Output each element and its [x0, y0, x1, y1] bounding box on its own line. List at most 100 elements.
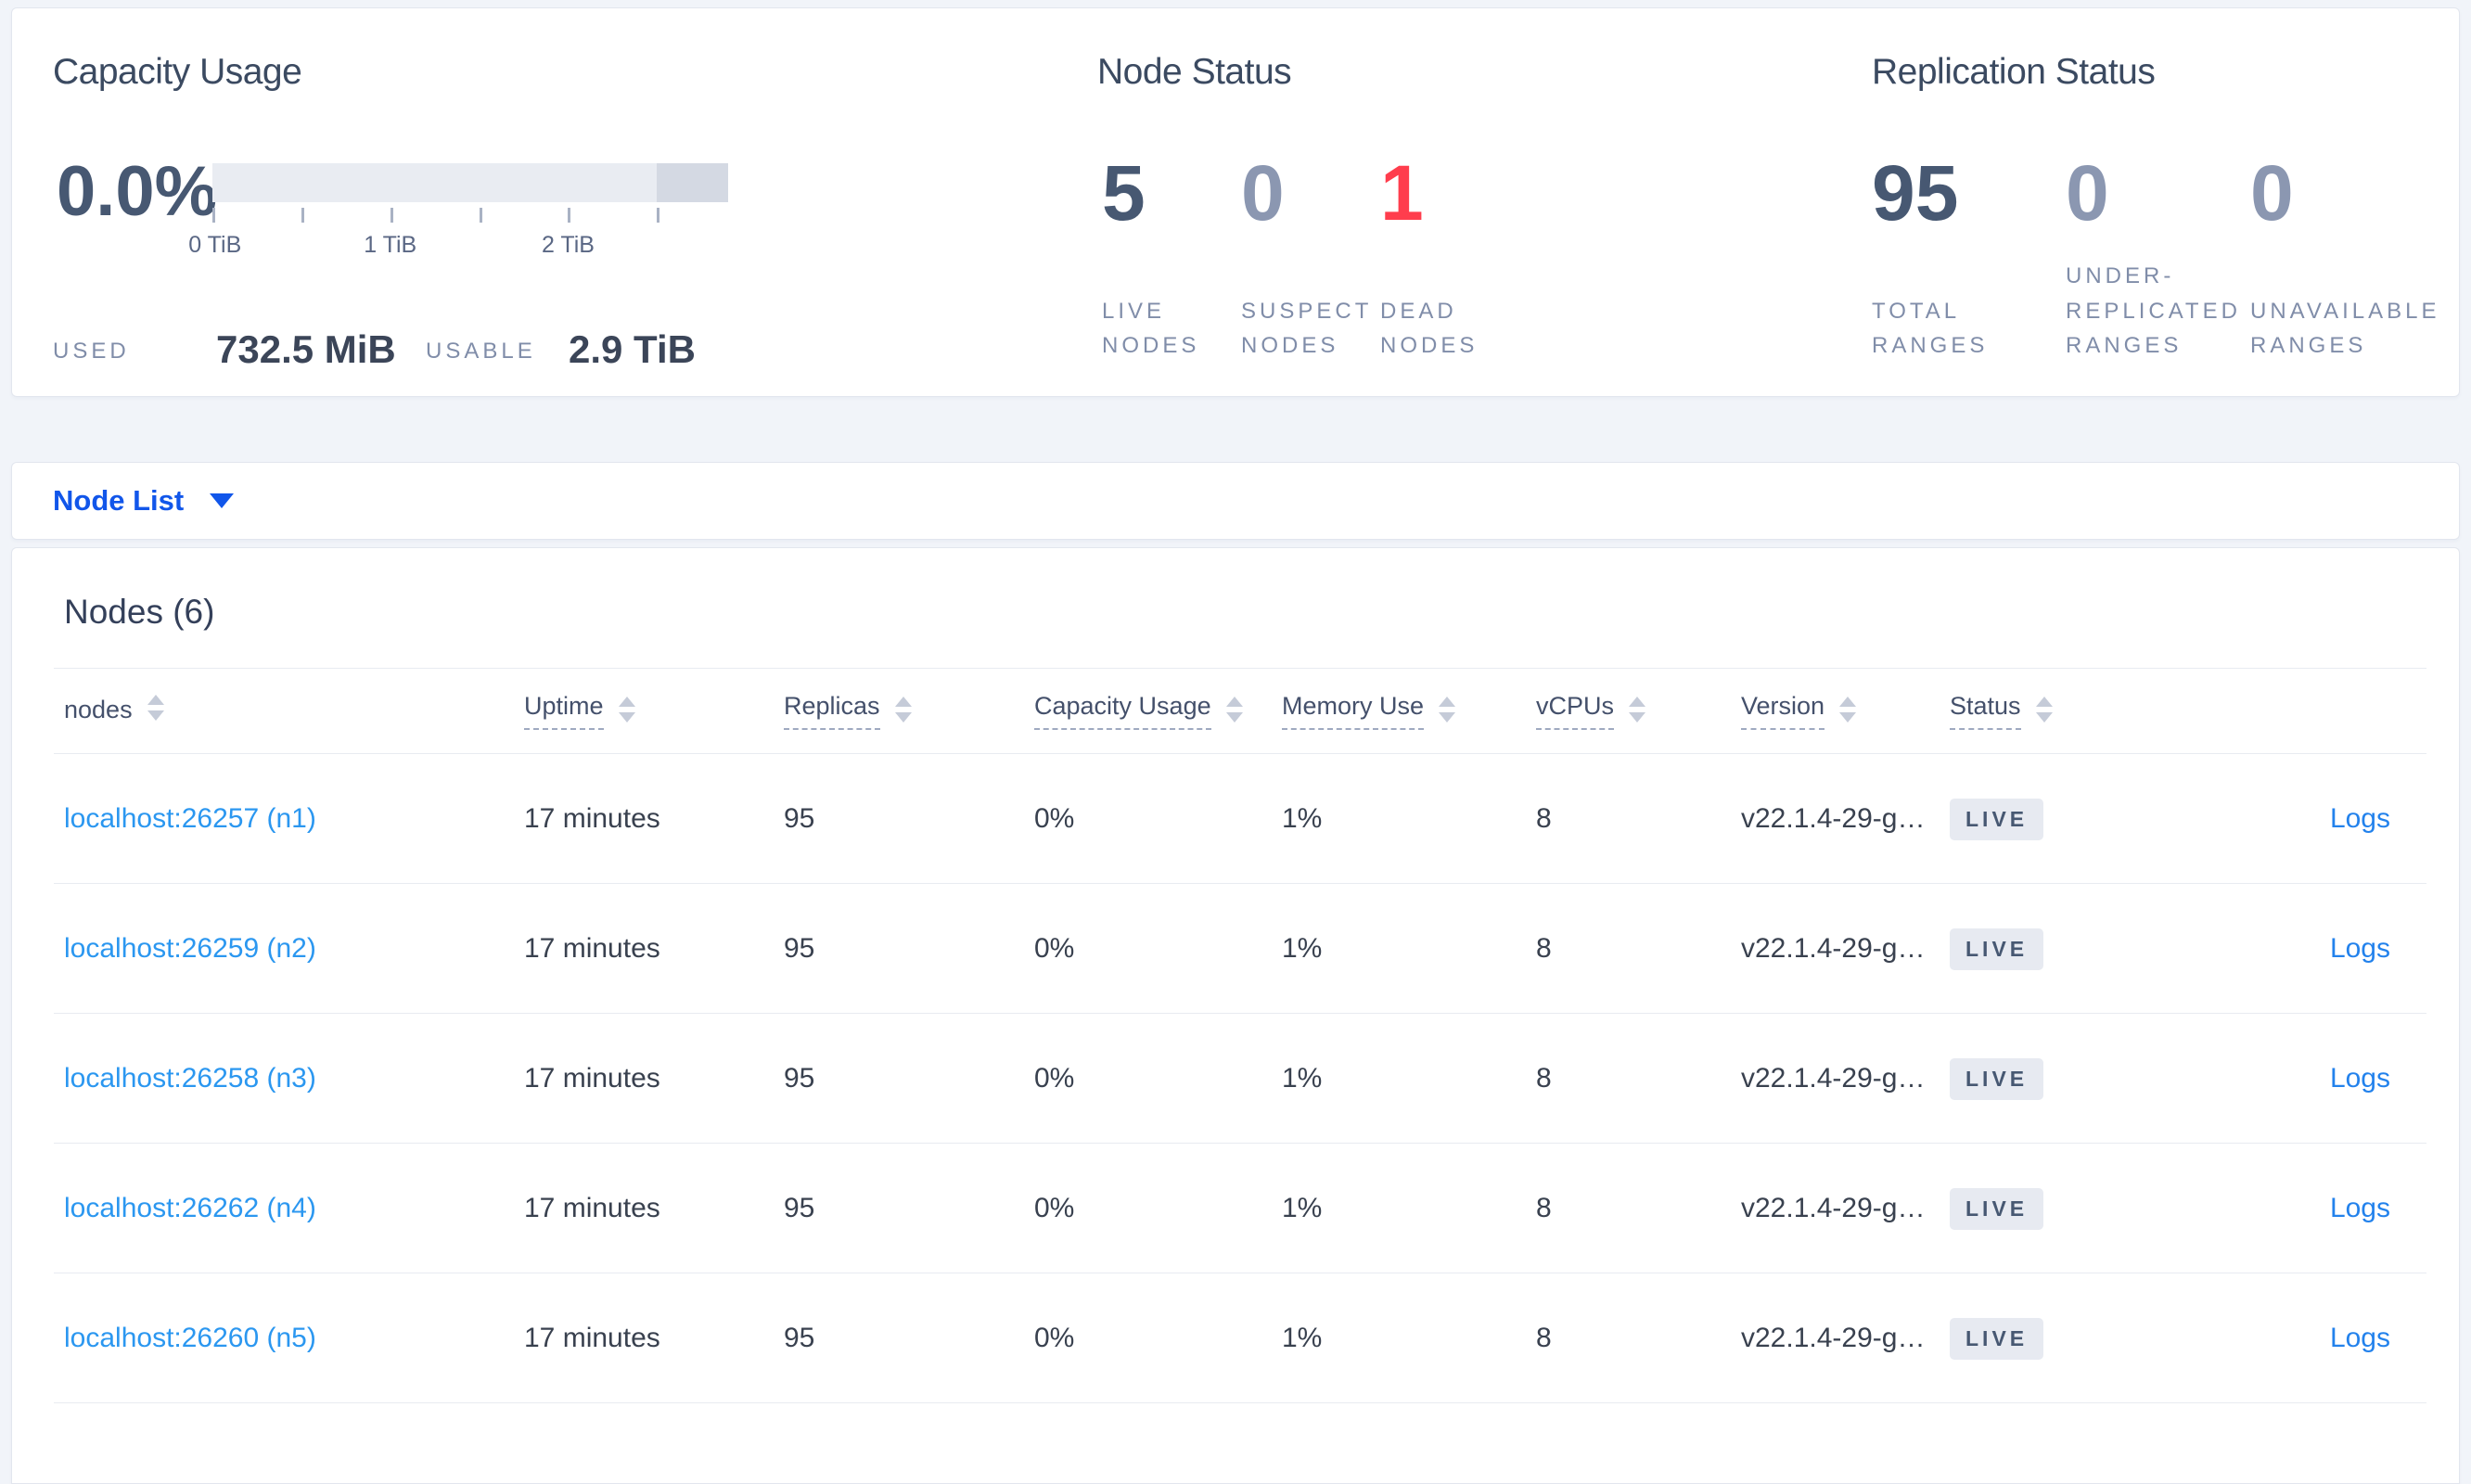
status-badge: LIVE — [1950, 798, 2044, 840]
logs-link[interactable]: Logs — [2330, 1193, 2390, 1223]
column-header-uptime[interactable]: Uptime — [524, 692, 784, 730]
table-row: localhost:26260 (n5) 17 minutes 95 0% 1%… — [12, 1273, 2459, 1403]
node-list-dropdown[interactable]: Node List — [53, 484, 184, 518]
sort-icon[interactable] — [1225, 697, 1243, 730]
status-badge: LIVE — [1950, 1317, 2044, 1360]
column-header-vcpus[interactable]: vCPUs — [1536, 692, 1741, 730]
sort-icon[interactable] — [1439, 697, 1456, 730]
under-replicated-ranges-label: UNDER-REPLICATED RANGES — [2066, 263, 2241, 358]
tick-mark — [212, 208, 215, 223]
nodes-table-body: localhost:26257 (n1) 17 minutes 95 0% 1%… — [12, 754, 2459, 1403]
status-badge: LIVE — [1950, 928, 2044, 970]
memory-use-cell: 1% — [1282, 933, 1323, 964]
version-cell: v22.1.4-29-g… — [1741, 933, 1926, 964]
replicas-cell: 95 — [784, 1193, 815, 1223]
version-cell: v22.1.4-29-g… — [1741, 1323, 1926, 1353]
replication-status-title: Replication Status — [1872, 52, 2156, 92]
table-row: localhost:26258 (n3) 17 minutes 95 0% 1%… — [12, 1014, 2459, 1144]
table-row: localhost:26257 (n1) 17 minutes 95 0% 1%… — [12, 754, 2459, 884]
unavailable-ranges-label: UNAVAILABLE RANGES — [2250, 298, 2440, 358]
column-header-label: Version — [1741, 692, 1825, 730]
capacity-used-usable-row: USED 732.5 MiB USABLE 2.9 TiB — [53, 327, 1073, 383]
tick-mark — [479, 208, 482, 223]
status-badge: LIVE — [1950, 1057, 2044, 1100]
total-ranges-value: 95 — [1872, 149, 1959, 237]
column-header-label: Status — [1950, 692, 2021, 730]
column-header-nodes[interactable]: nodes — [12, 694, 524, 728]
replication-status-section: Replication Status 95 TOTAL RANGES 0 UND… — [1872, 8, 2465, 398]
column-header-label: Replicas — [784, 692, 880, 730]
live-nodes-value: 5 — [1102, 149, 1146, 237]
node-link[interactable]: localhost:26260 (n5) — [64, 1323, 316, 1353]
node-link[interactable]: localhost:26257 (n1) — [64, 803, 316, 834]
tick-mark — [657, 208, 660, 223]
table-header-row: nodes Uptime Replicas Capacity Usage Mem… — [12, 668, 2459, 754]
column-header-label: nodes — [64, 695, 133, 723]
logs-link[interactable]: Logs — [2330, 803, 2390, 834]
logs-link[interactable]: Logs — [2330, 1063, 2390, 1094]
node-link[interactable]: localhost:26259 (n2) — [64, 933, 316, 964]
used-label: USED — [53, 339, 130, 364]
column-header-capacity-usage[interactable]: Capacity Usage — [1034, 692, 1282, 730]
capacity-usage-cell: 0% — [1034, 1063, 1075, 1094]
column-header-status[interactable]: Status — [1950, 692, 2182, 730]
version-cell: v22.1.4-29-g… — [1741, 1063, 1926, 1094]
dead-nodes-metric: 1 DEAD NODES — [1380, 154, 1529, 363]
logs-link[interactable]: Logs — [2330, 933, 2390, 964]
status-badge: LIVE — [1950, 1187, 2044, 1230]
node-status-section: Node Status 5 LIVE NODES 0 SUSPECT NODES… — [1097, 8, 1821, 398]
sort-icon[interactable] — [618, 697, 635, 730]
node-link[interactable]: localhost:26262 (n4) — [64, 1193, 316, 1223]
capacity-bar-chart: 0 TiB 1 TiB 2 TiB — [188, 163, 728, 265]
vcpus-cell: 8 — [1536, 933, 1552, 964]
table-row: localhost:26259 (n2) 17 minutes 95 0% 1%… — [12, 884, 2459, 1014]
tick-mark — [301, 208, 304, 223]
uptime-cell: 17 minutes — [524, 803, 660, 834]
replicas-cell: 95 — [784, 1323, 815, 1353]
sort-icon[interactable] — [1839, 697, 1857, 730]
live-nodes-label: LIVE NODES — [1102, 298, 1200, 358]
uptime-cell: 17 minutes — [524, 933, 660, 964]
uptime-cell: 17 minutes — [524, 1063, 660, 1094]
capacity-usage-cell: 0% — [1034, 1323, 1075, 1353]
memory-use-cell: 1% — [1282, 803, 1323, 834]
capacity-bar — [212, 163, 728, 202]
tick-label: 2 TiB — [541, 232, 595, 258]
capacity-usage-title: Capacity Usage — [53, 52, 302, 92]
dead-nodes-value: 1 — [1380, 149, 1424, 237]
tick-label: 1 TiB — [364, 232, 417, 258]
capacity-usage-section: Capacity Usage 0.0% 0 TiB 1 TiB 2 TiB US… — [53, 8, 1073, 398]
suspect-nodes-label: SUSPECT NODES — [1241, 298, 1372, 358]
sort-icon[interactable] — [2035, 697, 2053, 730]
capacity-percent-value: 0.0% — [57, 152, 218, 231]
capacity-usage-cell: 0% — [1034, 1193, 1075, 1223]
replicas-cell: 95 — [784, 1063, 815, 1094]
node-status-title: Node Status — [1097, 52, 1292, 92]
vcpus-cell: 8 — [1536, 1323, 1552, 1353]
unavailable-ranges-value: 0 — [2250, 149, 2294, 237]
logs-link[interactable]: Logs — [2330, 1323, 2390, 1353]
version-cell: v22.1.4-29-g… — [1741, 1193, 1926, 1223]
column-header-version[interactable]: Version — [1741, 692, 1950, 730]
dead-nodes-label: DEAD NODES — [1380, 298, 1479, 358]
capacity-usage-cell: 0% — [1034, 803, 1075, 834]
usable-value: 2.9 TiB — [569, 327, 696, 371]
sort-icon[interactable] — [1629, 697, 1646, 730]
column-header-label: Memory Use — [1282, 692, 1425, 730]
memory-use-cell: 1% — [1282, 1323, 1323, 1353]
column-header-memory-use[interactable]: Memory Use — [1282, 692, 1536, 730]
cluster-summary-card: Capacity Usage 0.0% 0 TiB 1 TiB 2 TiB US… — [11, 7, 2460, 397]
memory-use-cell: 1% — [1282, 1063, 1323, 1094]
column-header-replicas[interactable]: Replicas — [784, 692, 1034, 730]
suspect-nodes-value: 0 — [1241, 149, 1285, 237]
replicas-cell: 95 — [784, 933, 815, 964]
memory-use-cell: 1% — [1282, 1193, 1323, 1223]
table-row: localhost:26262 (n4) 17 minutes 95 0% 1%… — [12, 1144, 2459, 1273]
version-cell: v22.1.4-29-g… — [1741, 803, 1926, 834]
chevron-down-icon[interactable] — [210, 493, 235, 508]
node-link[interactable]: localhost:26258 (n3) — [64, 1063, 316, 1094]
unavailable-ranges-metric: 0 UNAVAILABLE RANGES — [2250, 154, 2464, 363]
usable-label: USABLE — [426, 339, 536, 364]
sort-icon[interactable] — [894, 697, 912, 730]
sort-icon[interactable] — [147, 694, 164, 728]
